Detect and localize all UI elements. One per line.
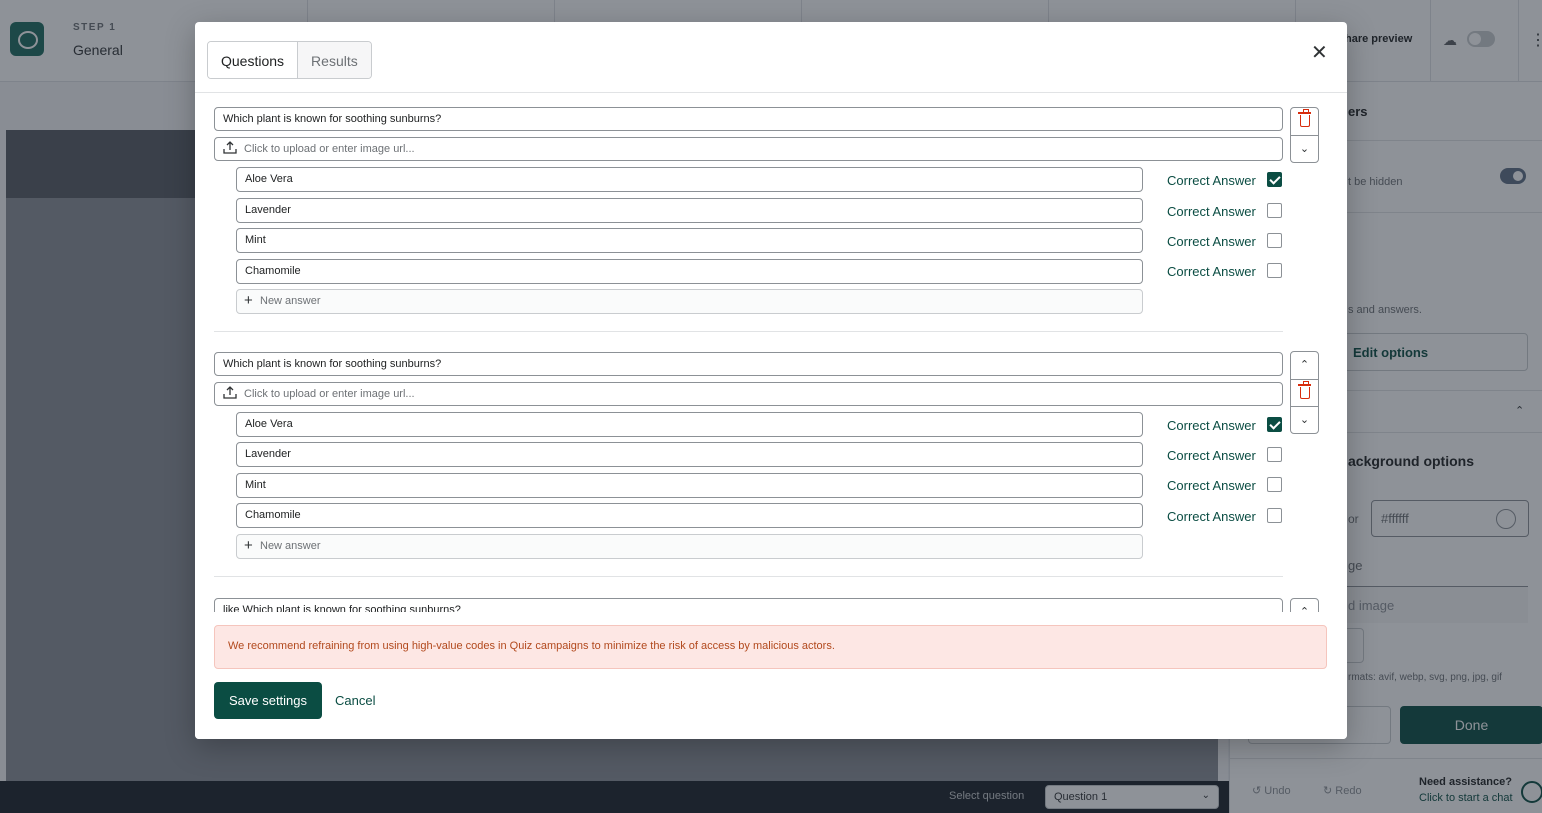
- correct-answer-label: Correct Answer: [1167, 264, 1256, 279]
- question-input[interactable]: like Which plant is known for soothing s…: [214, 598, 1283, 612]
- questions-list[interactable]: Which plant is known for soothing sunbur…: [195, 94, 1347, 612]
- correct-answer-checkbox[interactable]: [1267, 508, 1282, 523]
- answer-input[interactable]: Chamomile: [236, 503, 1143, 528]
- new-answer-placeholder: New answer: [260, 540, 321, 552]
- trash-icon: [1297, 381, 1311, 399]
- image-url-input[interactable]: Click to upload or enter image url...: [214, 137, 1283, 161]
- correct-answer-checkbox[interactable]: [1267, 447, 1282, 462]
- correct-answer-label: Correct Answer: [1167, 173, 1256, 188]
- upload-icon: [223, 141, 237, 154]
- security-warning: We recommend refraining from using high-…: [214, 625, 1327, 669]
- quiz-settings-modal: Questions Results ✕ Which plant is known…: [195, 22, 1347, 739]
- modal-header: Questions Results ✕: [195, 22, 1347, 93]
- move-up-button[interactable]: ⌃: [1291, 352, 1318, 379]
- answer-input[interactable]: Chamomile: [236, 259, 1143, 284]
- cancel-button[interactable]: Cancel: [335, 693, 375, 708]
- answer-input[interactable]: Aloe Vera: [236, 412, 1143, 437]
- question-controls: ⌄: [1290, 107, 1319, 163]
- chevron-up-icon: ⌃: [1299, 359, 1310, 371]
- question-input[interactable]: Which plant is known for soothing sunbur…: [214, 352, 1283, 376]
- question-input[interactable]: Which plant is known for soothing sunbur…: [214, 107, 1283, 131]
- image-url-placeholder: Click to upload or enter image url...: [244, 143, 415, 155]
- image-url-input[interactable]: Click to upload or enter image url...: [214, 382, 1283, 406]
- correct-answer-checkbox[interactable]: [1267, 477, 1282, 492]
- correct-answer-checkbox[interactable]: [1267, 203, 1282, 218]
- tab-results[interactable]: Results: [298, 42, 371, 78]
- new-answer-input[interactable]: + New answer: [236, 534, 1143, 559]
- answer-input[interactable]: Mint: [236, 228, 1143, 253]
- image-url-placeholder: Click to upload or enter image url...: [244, 388, 415, 400]
- correct-answer-label: Correct Answer: [1167, 204, 1256, 219]
- delete-question-button[interactable]: [1291, 108, 1318, 135]
- correct-answer-label: Correct Answer: [1167, 448, 1256, 463]
- correct-answer-label: Correct Answer: [1167, 509, 1256, 524]
- correct-answer-label: Correct Answer: [1167, 418, 1256, 433]
- answer-input[interactable]: Lavender: [236, 198, 1143, 223]
- correct-answer-checkbox[interactable]: [1267, 233, 1282, 248]
- answer-input[interactable]: Mint: [236, 473, 1143, 498]
- correct-answer-checkbox[interactable]: [1267, 263, 1282, 278]
- plus-icon: +: [244, 292, 253, 309]
- modal-tabs: Questions Results: [207, 41, 372, 79]
- new-answer-placeholder: New answer: [260, 295, 321, 307]
- upload-icon: [223, 386, 237, 399]
- modal-footer: We recommend refraining from using high-…: [195, 612, 1347, 739]
- plus-icon: +: [244, 537, 253, 554]
- close-icon[interactable]: ✕: [1311, 40, 1328, 65]
- move-down-button[interactable]: ⌄: [1291, 135, 1318, 162]
- correct-answer-label: Correct Answer: [1167, 234, 1256, 249]
- question-divider: [214, 331, 1283, 332]
- chevron-down-icon: ⌄: [1299, 414, 1310, 426]
- question-divider: [214, 576, 1283, 577]
- delete-question-button[interactable]: [1291, 379, 1318, 406]
- correct-answer-checkbox[interactable]: [1267, 417, 1282, 432]
- new-answer-input[interactable]: + New answer: [236, 289, 1143, 314]
- answer-input[interactable]: Aloe Vera: [236, 167, 1143, 192]
- correct-answer-label: Correct Answer: [1167, 478, 1256, 493]
- answer-input[interactable]: Lavender: [236, 442, 1143, 467]
- tab-questions[interactable]: Questions: [208, 42, 299, 78]
- correct-answer-checkbox[interactable]: [1267, 172, 1282, 187]
- move-down-button[interactable]: ⌄: [1291, 406, 1318, 433]
- trash-icon: [1297, 109, 1311, 127]
- question-controls: ⌃: [1290, 598, 1319, 612]
- chevron-down-icon: ⌄: [1299, 143, 1310, 155]
- move-up-button[interactable]: ⌃: [1291, 599, 1318, 612]
- save-settings-button[interactable]: Save settings: [214, 682, 322, 719]
- question-controls: ⌃ ⌄: [1290, 351, 1319, 434]
